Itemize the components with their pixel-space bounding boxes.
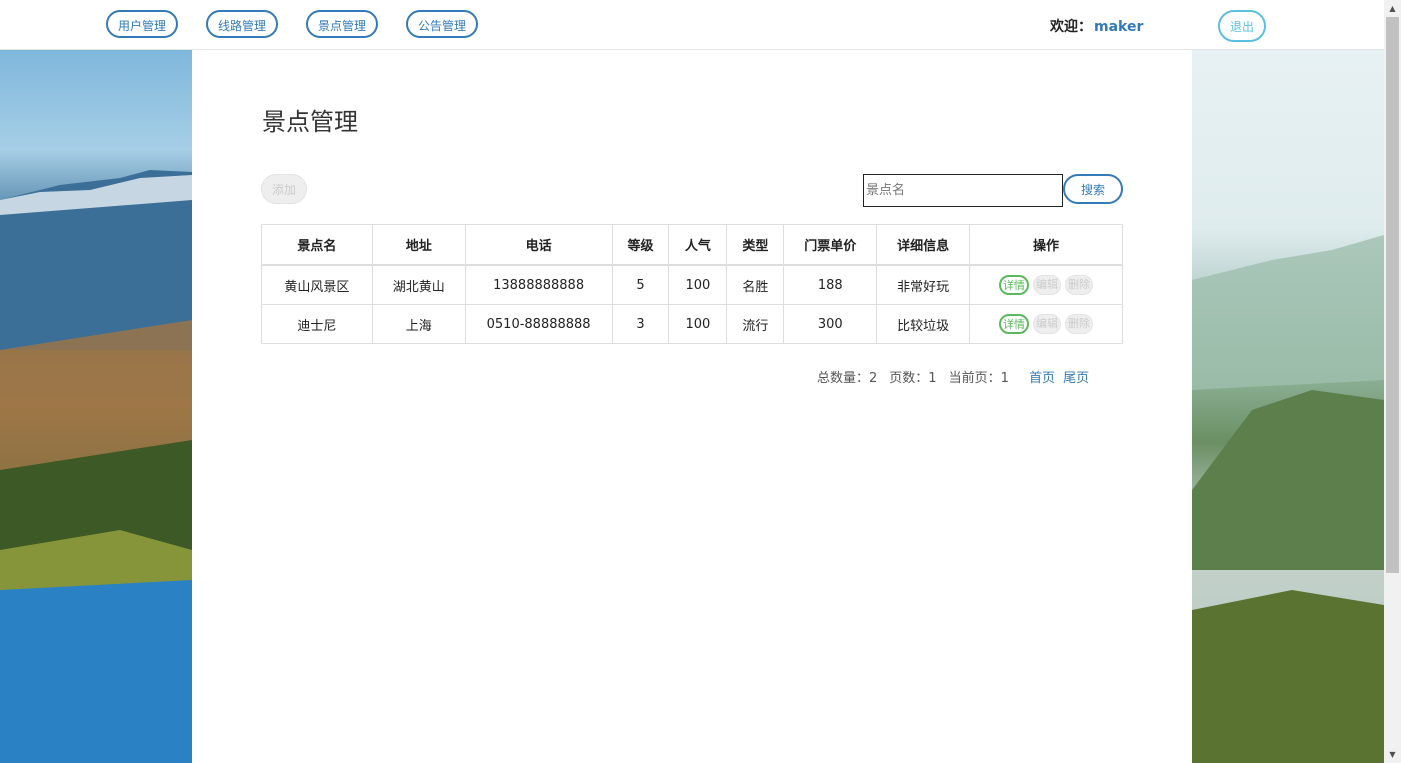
nav-route-management[interactable]: 线路管理 xyxy=(206,10,278,38)
main-content: 景点管理 添加 搜索 景点名 地址 电话 等级 人气 类型 门票单价 详细信息 … xyxy=(192,50,1192,763)
total-count: 总数量：2 xyxy=(817,371,878,386)
last-page-link[interactable]: 尾页 xyxy=(1063,371,1089,386)
scrollbar-thumb[interactable] xyxy=(1386,17,1399,573)
table-cell: 3 xyxy=(611,304,670,344)
table-cell: 湖北黄山 xyxy=(371,264,466,305)
background-image-left xyxy=(0,50,192,763)
vertical-scrollbar[interactable]: ▲ ▼ xyxy=(1384,0,1401,763)
table-cell: 100 xyxy=(668,304,728,344)
welcome-message: 欢迎： maker xyxy=(1050,16,1143,36)
top-navigation-bar: 用户管理 线路管理 景点管理 公告管理 欢迎： maker 退出 xyxy=(0,0,1384,50)
column-header: 门票单价 xyxy=(783,224,878,266)
actions-cell: 详情 编辑 删除 xyxy=(969,304,1123,344)
table-cell: 0510-88888888 xyxy=(464,304,613,344)
add-button[interactable]: 添加 xyxy=(261,174,307,204)
current-page: 当前页：1 xyxy=(948,371,1009,386)
search-input[interactable] xyxy=(863,174,1063,207)
column-header: 人气 xyxy=(668,224,728,266)
column-header: 地址 xyxy=(371,224,466,266)
column-header: 电话 xyxy=(464,224,613,266)
welcome-label: 欢迎： xyxy=(1050,19,1092,35)
pagination: 总数量：2 页数：1 当前页：1 首页 尾页 xyxy=(817,367,1089,386)
nav-notice-management[interactable]: 公告管理 xyxy=(406,10,478,38)
username: maker xyxy=(1094,19,1144,35)
actions-cell: 详情 编辑 删除 xyxy=(969,264,1123,305)
background-image-right xyxy=(1192,50,1384,763)
mountain-landscape-right xyxy=(1192,235,1384,763)
first-page-link[interactable]: 首页 xyxy=(1029,371,1055,386)
table-header-row: 景点名 地址 电话 等级 人气 类型 门票单价 详细信息 操作 xyxy=(261,224,1123,266)
table-cell: 100 xyxy=(668,264,728,305)
table-cell: 流行 xyxy=(726,304,785,344)
table-cell: 300 xyxy=(783,304,878,344)
table-cell: 非常好玩 xyxy=(876,264,971,305)
column-header: 操作 xyxy=(969,224,1123,266)
column-header: 等级 xyxy=(611,224,670,266)
attractions-table: 景点名 地址 电话 等级 人气 类型 门票单价 详细信息 操作 黄山风景区 湖北… xyxy=(261,224,1123,344)
table-row: 迪士尼 上海 0510-88888888 3 100 流行 300 比较垃圾 详… xyxy=(261,304,1123,344)
delete-button[interactable]: 删除 xyxy=(1065,275,1093,295)
column-header: 详细信息 xyxy=(876,224,971,266)
table-cell: 迪士尼 xyxy=(261,304,373,344)
edit-button[interactable]: 编辑 xyxy=(1033,314,1061,334)
scroll-up-arrow-icon[interactable]: ▲ xyxy=(1384,0,1401,17)
table-cell: 名胜 xyxy=(726,264,785,305)
mountain-landscape-left xyxy=(0,170,192,763)
nav-attraction-management[interactable]: 景点管理 xyxy=(306,10,378,38)
table-cell: 13888888888 xyxy=(464,264,613,305)
column-header: 景点名 xyxy=(261,224,373,266)
table-cell: 188 xyxy=(783,264,878,305)
scroll-down-arrow-icon[interactable]: ▼ xyxy=(1384,746,1401,763)
logout-button[interactable]: 退出 xyxy=(1218,10,1266,42)
edit-button[interactable]: 编辑 xyxy=(1033,275,1061,295)
page-title: 景点管理 xyxy=(262,108,358,136)
nav-user-management[interactable]: 用户管理 xyxy=(106,10,178,38)
table-cell: 5 xyxy=(611,264,670,305)
page-count: 页数：1 xyxy=(889,371,937,386)
delete-button[interactable]: 删除 xyxy=(1065,314,1093,334)
table-cell: 比较垃圾 xyxy=(876,304,971,344)
table-cell: 黄山风景区 xyxy=(261,264,373,305)
search-button[interactable]: 搜索 xyxy=(1063,174,1123,204)
column-header: 类型 xyxy=(726,224,785,266)
detail-button[interactable]: 详情 xyxy=(999,275,1029,295)
detail-button[interactable]: 详情 xyxy=(999,314,1029,334)
table-cell: 上海 xyxy=(371,304,466,344)
table-row: 黄山风景区 湖北黄山 13888888888 5 100 名胜 188 非常好玩… xyxy=(261,264,1123,305)
